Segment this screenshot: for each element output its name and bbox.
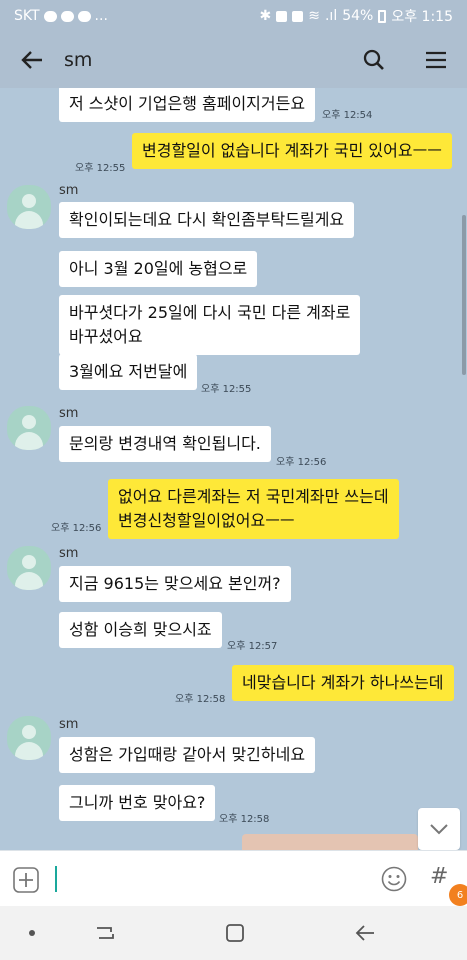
message-bubble[interactable]: 성함은 가입때랑 같아서 맞긴하네요 bbox=[59, 737, 316, 773]
sender-name: sm bbox=[59, 717, 79, 732]
message-bubble[interactable]: 성함 이승희 맞으시죠 bbox=[59, 612, 222, 648]
message-text-line: 없어요 다른계좌는 저 국민계좌만 쓰는데 bbox=[118, 487, 389, 506]
sender-name: sm bbox=[59, 183, 79, 198]
message-text: 아니 3월 20일에 농협으로 bbox=[69, 259, 248, 278]
message-text: 지금 9615는 맞으세요 본인꺼? bbox=[69, 574, 281, 593]
message-bubble[interactable]: 아니 3월 20일에 농협으로 bbox=[59, 251, 258, 287]
message-text-line: 바꾸셨어요 bbox=[69, 327, 143, 346]
message-bubble[interactable]: 저 스샷이 기업은행 홈페이지거든요 bbox=[59, 88, 316, 122]
cloud-notification-icon bbox=[60, 10, 74, 22]
text-cursor bbox=[55, 866, 57, 892]
battery-percent: 54% bbox=[342, 8, 374, 24]
recent-apps-icon bbox=[97, 927, 114, 939]
search-icon bbox=[363, 49, 384, 70]
plus-icon[interactable] bbox=[13, 867, 39, 893]
status-bar: SKT ... ✱ ≋ .ıl 54% 오후 1:15 bbox=[0, 0, 467, 32]
message-notification-icon bbox=[77, 10, 91, 22]
message-bubble[interactable]: 바꾸셧다가 25일에 다시 국민 다른 계좌로 바꾸셨어요 bbox=[59, 295, 361, 355]
arrow-left-icon bbox=[21, 51, 42, 69]
recent-apps-button[interactable] bbox=[90, 918, 120, 948]
message-bubble[interactable]: 없어요 다른계좌는 저 국민계좌만 쓰는데 변경신청할일이없어요ㅡㅡ bbox=[108, 479, 399, 539]
message-bubble[interactable]: 네맞습니다 계좌가 하나쓰는데 bbox=[232, 665, 454, 701]
message-time: 오후 12:55 bbox=[75, 163, 126, 174]
message-bubble[interactable]: 문의랑 변경내역 확인됩니다. bbox=[59, 426, 271, 462]
wifi-icon: ≋ bbox=[308, 8, 320, 24]
emoji-icon[interactable] bbox=[381, 866, 407, 892]
message-text: 저 스샷이 기업은행 홈페이지거든요 bbox=[69, 94, 306, 113]
sender-name: sm bbox=[59, 406, 79, 421]
message-bubble[interactable]: 지금 9615는 맞으세요 본인꺼? bbox=[59, 566, 291, 602]
more-notifications-label: ... bbox=[94, 8, 108, 24]
avatar[interactable] bbox=[7, 716, 51, 760]
chat-title: sm bbox=[64, 49, 93, 71]
message-time: 오후 12:56 bbox=[276, 457, 327, 468]
message-time: 오후 12:58 bbox=[175, 694, 226, 705]
message-input[interactable] bbox=[62, 863, 362, 895]
nav-dot-button[interactable] bbox=[17, 918, 47, 948]
image-message-preview[interactable] bbox=[242, 834, 418, 850]
bluetooth-icon: ✱ bbox=[259, 8, 272, 24]
back-button[interactable] bbox=[0, 32, 64, 88]
carrier-label: SKT bbox=[14, 8, 40, 24]
message-text: 그니까 번호 맞아요? bbox=[69, 793, 206, 812]
message-text: 3월에요 저번달에 bbox=[69, 362, 188, 381]
chat-messages: 저 스샷이 기업은행 홈페이지거든요 오후 12:54 오후 12:55 변경할… bbox=[0, 88, 467, 850]
message-time: 오후 12:55 bbox=[201, 384, 252, 395]
system-navigation-bar bbox=[0, 906, 467, 960]
message-time: 오후 12:54 bbox=[322, 110, 373, 121]
home-button[interactable] bbox=[220, 918, 250, 948]
back-nav-button[interactable] bbox=[350, 918, 380, 948]
menu-button[interactable] bbox=[405, 32, 467, 88]
chat-header: sm bbox=[0, 32, 467, 88]
message-bubble[interactable]: 변경할일이 없습니다 계좌가 국민 있어요ㅡㅡ bbox=[132, 133, 453, 169]
home-icon bbox=[226, 924, 244, 942]
battery-icon bbox=[378, 9, 387, 23]
notification-badge[interactable]: 6 bbox=[449, 884, 467, 906]
avatar[interactable] bbox=[7, 185, 51, 229]
dot-icon bbox=[29, 930, 35, 936]
hamburger-menu-icon bbox=[426, 51, 446, 69]
sender-name: sm bbox=[59, 546, 79, 561]
message-bubble[interactable]: 3월에요 저번달에 bbox=[59, 354, 198, 390]
message-time: 오후 12:57 bbox=[227, 641, 278, 652]
avatar[interactable] bbox=[7, 406, 51, 450]
message-bubble[interactable]: 확인이되는데요 다시 확인좀부탁드릴게요 bbox=[59, 202, 355, 238]
avatar[interactable] bbox=[7, 546, 51, 590]
chevron-down-icon bbox=[430, 824, 448, 835]
message-text: 변경할일이 없습니다 계좌가 국민 있어요ㅡㅡ bbox=[142, 141, 443, 160]
message-time: 오후 12:56 bbox=[51, 523, 102, 534]
message-input-bar: # bbox=[0, 850, 467, 906]
signal-icon: .ıl bbox=[324, 8, 338, 24]
hash-icon[interactable]: # bbox=[430, 864, 448, 889]
message-text: 확인이되는데요 다시 확인좀부탁드릴게요 bbox=[69, 210, 345, 229]
mute-icon bbox=[276, 10, 288, 22]
message-bubble[interactable]: 그니까 번호 맞아요? bbox=[59, 785, 216, 821]
message-text-line: 바꾸셧다가 25일에 다시 국민 다른 계좌로 bbox=[69, 303, 351, 322]
message-text: 성함 이승희 맞으시죠 bbox=[69, 620, 212, 639]
chat-notification-icon bbox=[43, 10, 57, 22]
back-arrow-icon bbox=[355, 925, 374, 941]
message-text-line: 변경신청할일이없어요ㅡㅡ bbox=[118, 511, 295, 530]
chat-scrollbar[interactable] bbox=[462, 215, 466, 375]
message-text: 문의랑 변경내역 확인됩니다. bbox=[69, 434, 261, 453]
message-time: 오후 12:58 bbox=[219, 814, 270, 825]
search-button[interactable] bbox=[343, 32, 405, 88]
message-text: 네맞습니다 계좌가 하나쓰는데 bbox=[242, 673, 444, 692]
alarm-icon bbox=[292, 10, 304, 22]
message-text: 성함은 가입때랑 같아서 맞긴하네요 bbox=[69, 745, 306, 764]
scroll-to-bottom-button[interactable] bbox=[418, 808, 460, 850]
clock: 오후 1:15 bbox=[391, 9, 453, 25]
